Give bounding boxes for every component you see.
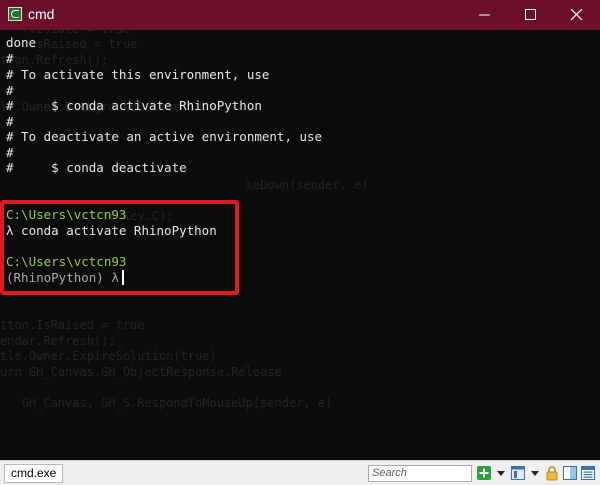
ghost-text-line: GH_Canvas, GH_S.RespondToMouseUp(sender,… <box>0 396 333 410</box>
cmd-window: cmd .ComboButton.Buttons] .Visible = tru… <box>0 0 600 485</box>
maximize-button[interactable] <box>508 0 554 30</box>
ghost-text-line: urn GH_Canvas.GH_ObjectResponse.Release <box>0 364 282 379</box>
dropdown-arrow-icon[interactable] <box>493 465 509 481</box>
ghost-text-line: endar.Refresh(); <box>0 333 116 348</box>
maximize-icon <box>525 9 536 20</box>
panel-view-icon[interactable] <box>580 465 596 481</box>
title-bar[interactable]: cmd <box>0 0 600 30</box>
highlight-annotation-box <box>0 200 239 295</box>
close-button[interactable] <box>554 0 600 30</box>
output-line: # To activate this environment, use <box>6 67 270 82</box>
output-line: # $ conda activate RhinoPython <box>6 98 262 113</box>
output-line: # $ conda deactivate <box>6 160 187 175</box>
tab-cmd[interactable]: cmd.exe <box>4 464 64 483</box>
output-line: # <box>6 51 14 66</box>
ghost-text-line: tle.Owner.ExpireSolution(true) <box>0 349 217 364</box>
window-title: cmd <box>28 6 55 22</box>
minimize-icon <box>479 14 490 16</box>
status-bar: cmd.exe Search <box>0 460 600 485</box>
search-input[interactable]: Search <box>368 465 472 482</box>
output-line: done <box>6 35 37 50</box>
terminal-output[interactable]: .ComboButton.Buttons] .Visible = true .i… <box>0 30 600 460</box>
dropdown-arrow-icon[interactable] <box>527 465 543 481</box>
add-tab-icon[interactable] <box>476 465 492 481</box>
ghost-text-line: seDown(sender, e) <box>0 177 369 192</box>
minimize-button[interactable] <box>462 0 508 30</box>
cmder-app-icon <box>8 7 22 21</box>
output-line: # <box>6 83 14 98</box>
close-icon <box>571 9 583 21</box>
output-line: # <box>6 114 14 129</box>
lock-icon[interactable] <box>544 465 560 481</box>
view-layout-icon[interactable] <box>510 465 526 481</box>
split-view-icon[interactable] <box>562 465 578 481</box>
ghost-text-line: tton.IsRaised = true <box>0 318 145 332</box>
output-line: # <box>6 145 14 160</box>
output-line: # To deactivate an active environment, u… <box>6 129 323 144</box>
ghost-text-line: tton.Refresh(); <box>0 52 109 67</box>
